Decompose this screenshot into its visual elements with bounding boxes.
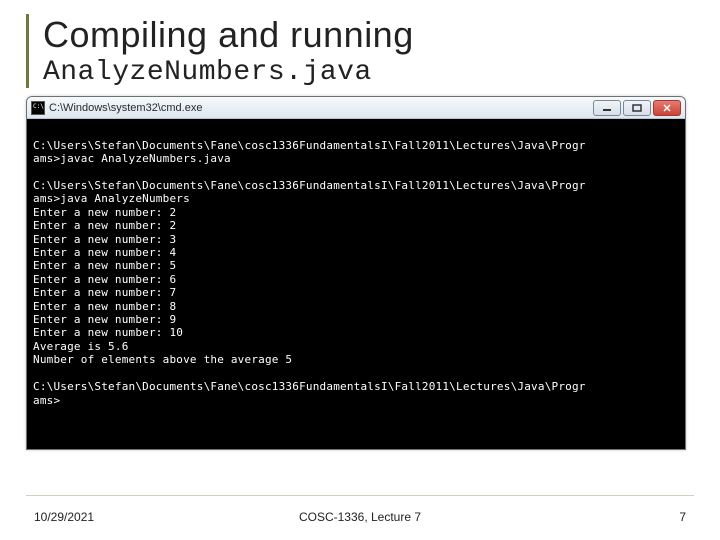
console-line: Enter a new number: 2 — [33, 206, 679, 219]
console-line: Enter a new number: 4 — [33, 246, 679, 259]
console-line: Enter a new number: 6 — [33, 273, 679, 286]
console-line: C:\Users\Stefan\Documents\Fane\cosc1336F… — [33, 380, 679, 393]
console-line: Enter a new number: 9 — [33, 313, 679, 326]
close-button[interactable] — [653, 100, 681, 116]
slide: Compiling and running AnalyzeNumbers.jav… — [0, 0, 720, 540]
console-line: Enter a new number: 5 — [33, 259, 679, 272]
footer-rule — [26, 495, 694, 496]
maximize-icon — [632, 104, 642, 112]
title-block: Compiling and running AnalyzeNumbers.jav… — [26, 14, 694, 88]
cmd-window: C:\Windows\system32\cmd.exe C:\Users\Ste… — [26, 96, 686, 450]
console-output[interactable]: C:\Users\Stefan\Documents\Fane\cosc1336F… — [27, 119, 685, 449]
console-line: Number of elements above the average 5 — [33, 353, 679, 366]
console-line: ams>javac AnalyzeNumbers.java — [33, 152, 679, 165]
slide-subtitle: AnalyzeNumbers.java — [43, 57, 694, 88]
console-line — [33, 367, 679, 380]
console-line: ams> — [33, 394, 679, 407]
console-line: C:\Users\Stefan\Documents\Fane\cosc1336F… — [33, 139, 679, 152]
console-line — [33, 125, 679, 138]
console-line: Enter a new number: 7 — [33, 286, 679, 299]
console-line: Enter a new number: 2 — [33, 219, 679, 232]
footer-course: COSC-1336, Lecture 7 — [34, 510, 686, 524]
console-line — [33, 166, 679, 179]
console-line: Enter a new number: 3 — [33, 233, 679, 246]
close-icon — [662, 104, 672, 112]
minimize-button[interactable] — [593, 100, 621, 116]
window-controls — [593, 100, 681, 116]
minimize-icon — [602, 104, 612, 112]
window-titlebar[interactable]: C:\Windows\system32\cmd.exe — [27, 97, 685, 119]
console-line: C:\Users\Stefan\Documents\Fane\cosc1336F… — [33, 179, 679, 192]
console-line: ams>java AnalyzeNumbers — [33, 192, 679, 205]
slide-footer: 10/29/2021 COSC-1336, Lecture 7 7 — [34, 510, 686, 524]
slide-title: Compiling and running — [43, 14, 694, 55]
console-line: Enter a new number: 10 — [33, 326, 679, 339]
cmd-icon — [31, 101, 45, 115]
console-line: Enter a new number: 8 — [33, 300, 679, 313]
maximize-button[interactable] — [623, 100, 651, 116]
window-title-text: C:\Windows\system32\cmd.exe — [49, 102, 593, 114]
console-line: Average is 5.6 — [33, 340, 679, 353]
